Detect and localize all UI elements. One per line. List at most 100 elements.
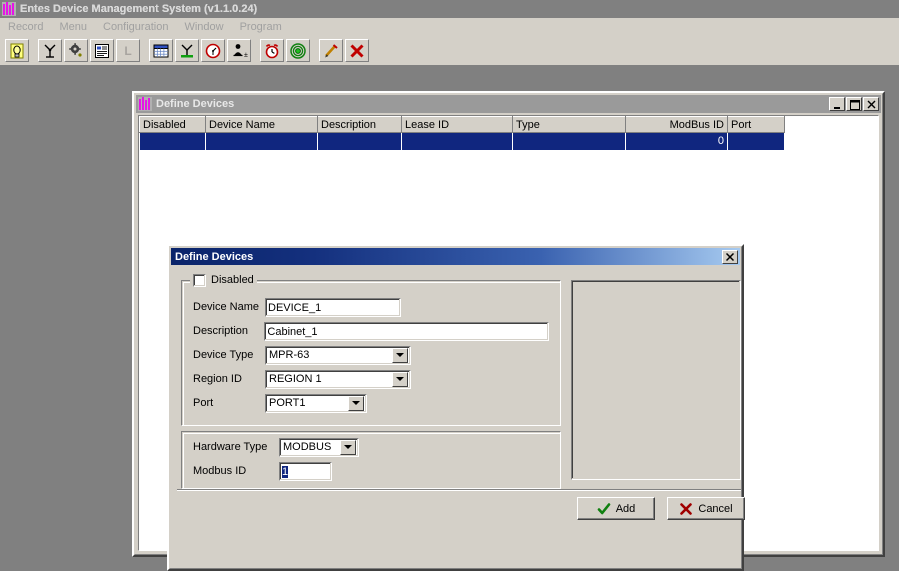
mdi-child-icon[interactable] [138, 97, 152, 111]
cell-description [317, 132, 402, 150]
cell-modbus-id: 0 [625, 132, 728, 150]
device-name-row: Device Name DEVICE_1 [193, 297, 549, 317]
main-window-titlebar[interactable]: Entes Device Management System (v1.1.0.2… [0, 0, 899, 18]
red-x-icon [350, 43, 364, 58]
hardware-type-row: Hardware Type MODBUS [193, 437, 549, 457]
toolbar-button-calendar[interactable] [149, 39, 173, 62]
port-value: PORT1 [269, 397, 306, 409]
toolbar: L ± [0, 36, 899, 66]
toolbar-button-antenna-ground[interactable] [175, 39, 199, 62]
device-name-label: Device Name [193, 301, 260, 313]
toolbar-button-alarm-clock[interactable] [260, 39, 284, 62]
cancel-button-label: Cancel [698, 502, 733, 515]
region-id-dropdown-button[interactable] [392, 371, 408, 387]
table-row[interactable]: 0 [139, 132, 785, 150]
device-name-value: DEVICE_1 [268, 301, 322, 314]
toolbar-button-list-report[interactable] [90, 39, 114, 62]
toolbar-button-person[interactable]: ± [227, 39, 251, 62]
device-name-input[interactable]: DEVICE_1 [265, 297, 401, 317]
grid-column-description[interactable]: Description [317, 116, 402, 133]
port-dropdown-button[interactable] [348, 395, 364, 411]
menu-item-record[interactable]: Record [0, 20, 51, 34]
grid-column-device-name[interactable]: Device Name [205, 116, 318, 133]
grid-column-disabled[interactable]: Disabled [139, 116, 206, 133]
main-window-title: Entes Device Management System (v1.1.0.2… [20, 3, 258, 15]
grid-column-modbus-id[interactable]: ModBus ID [625, 116, 728, 133]
toolbar-button-red-x[interactable] [345, 39, 369, 62]
dialog-close-button[interactable] [722, 249, 738, 264]
menu-item-window[interactable]: Window [176, 20, 231, 34]
cell-lease-id [401, 132, 513, 150]
add-button-label: Add [615, 502, 636, 515]
device-type-row: Device Type MPR-63 [193, 345, 549, 365]
close-button[interactable] [863, 97, 879, 111]
toolbar-button-pen[interactable] [319, 39, 343, 62]
toolbar-button-radar[interactable] [286, 39, 310, 62]
port-combo[interactable]: PORT1 [265, 393, 367, 413]
toolbar-button-lightbulb[interactable] [5, 39, 29, 62]
application-window: Entes Device Management System (v1.1.0.2… [0, 0, 899, 571]
mdi-child-titlebar[interactable]: Define Devices [136, 95, 881, 113]
chevron-down-icon [396, 353, 404, 357]
region-id-label: Region ID [193, 373, 242, 385]
device-type-dropdown-button[interactable] [392, 347, 408, 363]
minimize-button[interactable] [829, 97, 845, 111]
disabled-checkbox-container[interactable]: Disabled [190, 273, 257, 287]
modbus-id-row: Modbus ID 1 [193, 461, 549, 481]
antenna-icon [44, 44, 56, 58]
letter-l-icon: L [124, 44, 131, 58]
app-icon[interactable] [2, 2, 16, 16]
modbus-id-label: Modbus ID [193, 465, 247, 477]
menu-item-configuration[interactable]: Configuration [95, 20, 176, 34]
antenna-ground-icon [181, 44, 193, 57]
description-value: Cabinet_1 [267, 325, 318, 338]
description-label: Description [193, 325, 249, 337]
close-icon [867, 100, 876, 109]
port-row: Port PORT1 [193, 393, 549, 413]
modbus-id-input[interactable]: 1 [279, 461, 332, 481]
region-id-combo[interactable]: REGION 1 [265, 369, 411, 389]
modbus-id-value: 1 [282, 465, 289, 478]
cell-disabled [139, 132, 206, 150]
list-report-icon [95, 43, 109, 58]
region-id-row: Region ID REGION 1 [193, 369, 549, 389]
pen-icon [325, 43, 338, 57]
lightbulb-icon [10, 43, 24, 58]
hardware-type-label: Hardware Type [193, 441, 268, 453]
cell-device-name [205, 132, 318, 150]
hardware-type-dropdown-button[interactable] [340, 439, 356, 455]
toolbar-button-letter-l[interactable]: L [116, 39, 140, 62]
grid-column-lease-id[interactable]: Lease ID [401, 116, 513, 133]
add-button[interactable]: Add [577, 497, 655, 520]
disabled-checkbox[interactable] [193, 273, 206, 287]
alarm-clock-icon [265, 43, 279, 58]
dialog-separator [177, 489, 741, 491]
description-row: Description Cabinet_1 [193, 321, 549, 341]
toolbar-button-gear[interactable] [64, 39, 88, 62]
dialog-titlebar[interactable]: Define Devices [171, 248, 740, 265]
minimize-icon [834, 107, 840, 109]
description-input[interactable]: Cabinet_1 [264, 321, 549, 341]
cancel-button[interactable]: Cancel [667, 497, 745, 520]
maximize-button[interactable] [846, 97, 862, 111]
chevron-down-icon [396, 377, 404, 381]
mdi-child-window-controls [828, 97, 881, 111]
menu-item-program[interactable]: Program [232, 20, 290, 34]
device-preview-panel [571, 280, 741, 480]
gear-icon [69, 42, 82, 57]
device-grid-table: Disabled Device Name Description Lease I… [139, 116, 785, 150]
menu-item-menu[interactable]: Menu [51, 20, 95, 34]
chevron-down-icon [344, 445, 352, 449]
person-icon: ± [233, 43, 248, 59]
mdi-child-title: Define Devices [156, 98, 235, 110]
toolbar-button-antenna[interactable] [38, 39, 62, 62]
hardware-type-value: MODBUS [283, 441, 332, 453]
toolbar-button-gauge[interactable] [201, 39, 225, 62]
maximize-icon [850, 100, 860, 110]
grid-header-row: Disabled Device Name Description Lease I… [139, 116, 785, 133]
grid-column-type[interactable]: Type [512, 116, 626, 133]
hardware-type-combo[interactable]: MODBUS [279, 437, 359, 457]
grid-column-port[interactable]: Port [727, 116, 785, 133]
device-type-combo[interactable]: MPR-63 [265, 345, 411, 365]
chevron-down-icon [352, 401, 360, 405]
